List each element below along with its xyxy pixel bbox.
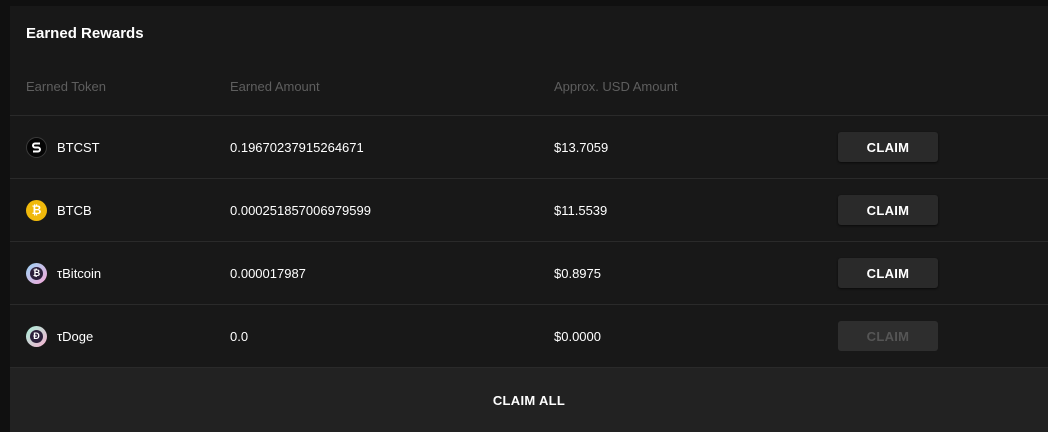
claim-all-button[interactable]: CLAIM ALL xyxy=(477,385,581,416)
usd-amount: $0.8975 xyxy=(554,265,601,281)
earned-amount: 0.000251857006979599 xyxy=(230,202,371,218)
table-row: ₿ BTCB 0.000251857006979599 $11.5539 CLA… xyxy=(10,179,1048,242)
table-row: BTCST 0.19670237915264671 $13.7059 CLAIM xyxy=(10,116,1048,179)
card-title: Earned Rewards xyxy=(26,25,144,42)
earned-amount: 0.19670237915264671 xyxy=(230,139,364,155)
table-header: Earned Token Earned Amount Approx. USD A… xyxy=(10,70,1048,116)
earned-rewards-card: Earned Rewards Earned Token Earned Amoun… xyxy=(10,6,1048,432)
token-cell: ₿ BTCB xyxy=(26,179,92,241)
earned-amount: 0.000017987 xyxy=(230,265,306,281)
claim-button[interactable]: CLAIM xyxy=(838,258,938,288)
usd-amount: $13.7059 xyxy=(554,139,609,155)
header-earned-amount: Earned Amount xyxy=(230,79,320,94)
earned-amount: 0.0 xyxy=(230,328,249,344)
tau-doge-token-icon: Đ xyxy=(26,325,47,347)
claim-button[interactable]: CLAIM xyxy=(838,132,938,162)
usd-amount: $11.5539 xyxy=(554,202,608,218)
token-cell: BTCST xyxy=(26,116,100,178)
btcb-token-icon: ₿ xyxy=(26,199,47,221)
btcst-token-icon xyxy=(26,136,47,158)
token-name: BTCB xyxy=(57,202,92,218)
usd-amount: $0.0000 xyxy=(554,328,601,344)
action-cell: CLAIM xyxy=(838,116,938,178)
token-cell: ₿ τBitcoin xyxy=(26,242,101,304)
token-name: τBitcoin xyxy=(57,265,102,281)
table-row: Đ τDoge 0.0 $0.0000 CLAIM xyxy=(10,305,1048,368)
token-cell: Đ τDoge xyxy=(26,305,93,367)
token-name: BTCST xyxy=(57,139,100,155)
action-cell: CLAIM xyxy=(838,305,938,367)
action-cell: CLAIM xyxy=(838,179,938,241)
table-row: ₿ τBitcoin 0.000017987 $0.8975 CLAIM xyxy=(10,242,1048,305)
claim-button-disabled: CLAIM xyxy=(838,321,938,351)
header-usd-amount: Approx. USD Amount xyxy=(554,79,678,94)
header-earned-token: Earned Token xyxy=(26,79,106,94)
action-cell: CLAIM xyxy=(838,242,938,304)
tau-bitcoin-token-icon: ₿ xyxy=(26,262,47,284)
token-name: τDoge xyxy=(57,328,94,344)
card-footer: CLAIM ALL xyxy=(10,368,1048,432)
claim-button[interactable]: CLAIM xyxy=(838,195,938,225)
